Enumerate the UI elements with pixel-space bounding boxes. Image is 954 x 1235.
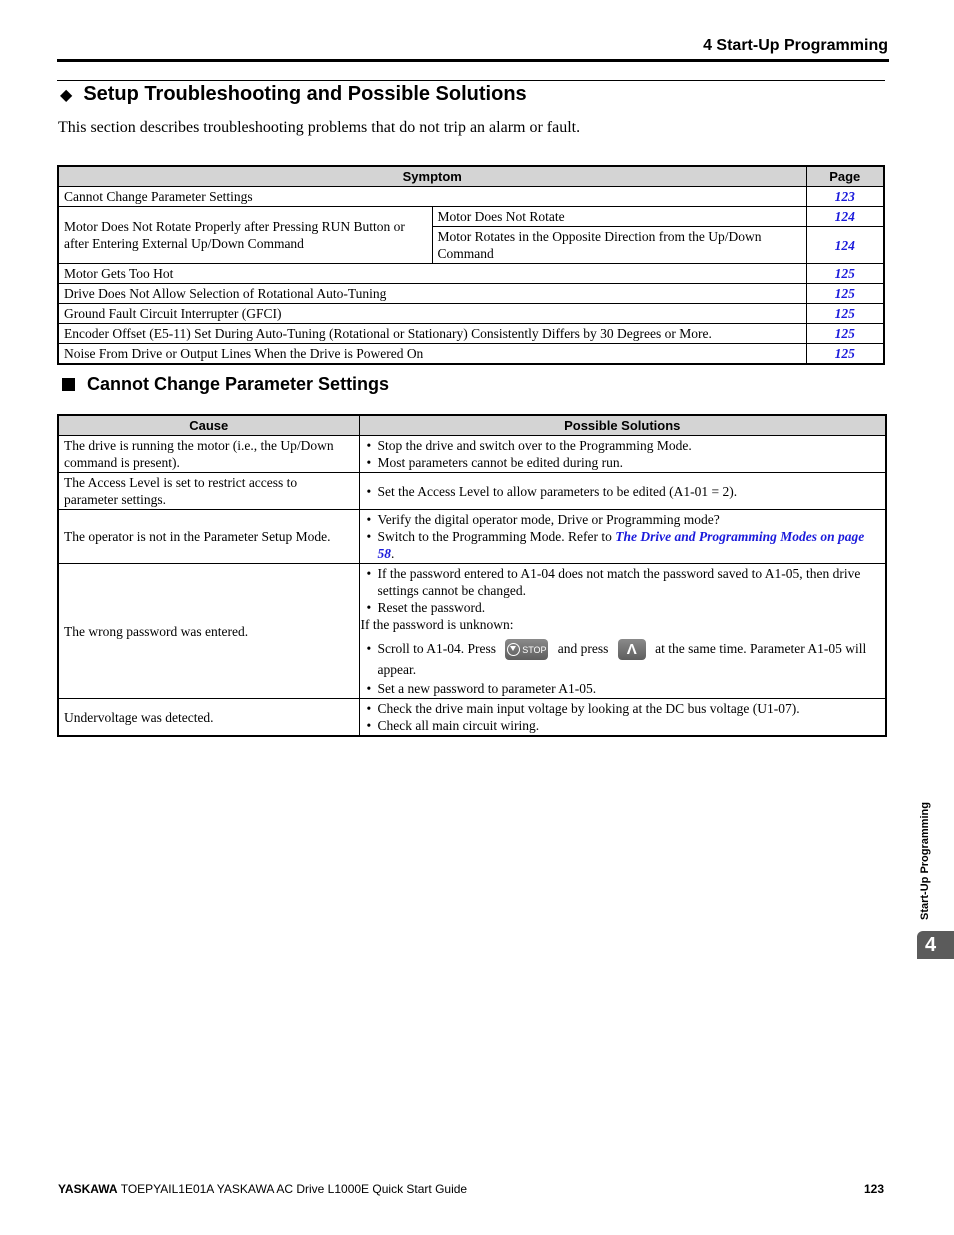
symptom-cell: Cannot Change Parameter Settings [57,186,807,207]
section-rule [57,80,885,81]
page-link[interactable]: 123 [805,186,885,207]
section-intro: This section describes troubleshooting p… [58,119,581,136]
page-link[interactable]: 125 [805,303,885,324]
solution-item: Set a new password to parameter A1-05. [365,680,881,697]
solution-text: Switch to the Programming Mode. Refer to [377,529,616,544]
running-head: 4 Start-Up Programming [703,37,888,54]
solutions-cell: Verify the digital operator mode, Drive … [358,509,887,564]
symptom-cell: Motor Gets Too Hot [57,263,807,284]
solutions-cell: Set the Access Level to allow parameters… [358,472,887,510]
table-row: The drive is running the motor (i.e., th… [57,435,887,473]
cause-table: Cause Possible Solutions The drive is ru… [57,414,887,738]
table-header-row: Cause Possible Solutions [57,414,887,436]
symptom-cell: Encoder Offset (E5-11) Set During Auto-T… [57,323,807,344]
solution-item: Reset the password. [365,599,881,616]
solution-text: . [391,546,395,561]
symptom-group-cell: Motor Does Not Rotate Properly after Pre… [57,206,433,264]
symptom-cell: Noise From Drive or Output Lines When th… [57,343,807,365]
page-number: 123 [863,1182,884,1196]
symptom-cell: Motor Rotates in the Opposite Direction … [431,226,807,264]
page-link[interactable]: 125 [805,323,885,344]
solution-item: If the password entered to A1-04 does no… [365,565,881,599]
solution-item: Check the drive main input voltage by lo… [365,700,881,717]
subsection-title: Cannot Change Parameter Settings [62,374,389,395]
stop-key-label: STOP [522,644,547,655]
table-row: Noise From Drive or Output Lines When th… [57,343,885,365]
solution-text: and press [557,641,609,656]
table-row: Cannot Change Parameter Settings 123 [57,186,885,207]
header-rule [57,59,889,62]
subsection-title-text: Cannot Change Parameter Settings [87,374,390,394]
solution-item: Switch to the Programming Mode. Refer to… [365,528,881,562]
table-row: The wrong password was entered. If the p… [57,562,887,700]
table-row: Motor Does Not Rotate Properly after Pre… [57,206,885,264]
table-row: The operator is not in the Parameter Set… [57,509,887,564]
symptom-cell: Ground Fault Circuit Interrupter (GFCI) [57,303,807,324]
cause-cell: The operator is not in the Parameter Set… [57,509,360,564]
solution-text: Scroll to A1-04. Press [377,641,497,656]
table-row: Ground Fault Circuit Interrupter (GFCI) … [57,303,885,324]
symptom-cell: Motor Does Not Rotate [431,206,807,227]
table-row: Motor Gets Too Hot 125 [57,263,885,284]
solutions-cell: Check the drive main input voltage by lo… [358,698,887,737]
symptom-table: Symptom Page Cannot Change Parameter Set… [57,165,886,365]
square-bullet-icon [62,378,75,391]
section-title-text: Setup Troubleshooting and Possible Solut… [83,83,527,105]
page-link[interactable]: 125 [805,263,885,284]
header-cause: Cause [57,414,360,436]
cause-cell: The Access Level is set to restrict acce… [57,472,360,510]
header-symptom: Symptom [57,165,807,187]
cause-cell: The wrong password was entered. [57,562,360,700]
chapter-tab: 4 [917,931,954,959]
stop-key-icon: STOP [505,639,549,661]
header-solutions: Possible Solutions [358,414,887,436]
page-link[interactable]: 125 [805,343,885,365]
section-title: ◆ Setup Troubleshooting and Possible Sol… [60,83,527,106]
page-link[interactable]: 124 [805,226,885,264]
header-page: Page [805,165,885,187]
cause-cell: Undervoltage was detected. [57,698,360,737]
footer-brand: YASKAWA [58,1182,118,1196]
solution-item: Scroll to A1-04. Press STOP and press Λ … [365,633,881,680]
solutions-cell: Stop the drive and switch over to the Pr… [358,435,887,473]
diamond-bullet-icon: ◆ [60,86,73,104]
solution-item: Verify the digital operator mode, Drive … [365,511,881,528]
solution-item: Check all main circuit wiring. [365,717,881,734]
solutions-cell: If the password entered to A1-04 does no… [358,562,887,700]
table-row: Drive Does Not Allow Selection of Rotati… [57,283,885,304]
table-row: Undervoltage was detected. Check the dri… [57,698,887,737]
table-row: The Access Level is set to restrict acce… [57,472,887,510]
page-link[interactable]: 124 [805,206,885,227]
table-header-row: Symptom Page [57,165,885,187]
side-tab-label: Start-Up Programming [919,802,931,920]
solution-note: If the password is unknown: [360,617,514,632]
page-link[interactable]: 125 [805,283,885,304]
solution-item: Stop the drive and switch over to the Pr… [365,437,881,454]
footer-doc-title: TOEPYAIL1E01A YASKAWA AC Drive L1000E Qu… [120,1182,468,1196]
solution-item: Set the Access Level to allow parameters… [365,483,881,500]
symptom-cell: Drive Does Not Allow Selection of Rotati… [57,283,807,304]
footer: YASKAWA TOEPYAIL1E01A YASKAWA AC Drive L… [58,1182,467,1196]
cause-cell: The drive is running the motor (i.e., th… [57,435,360,473]
up-arrow-key-icon: Λ [617,639,646,661]
solution-item: Most parameters cannot be edited during … [365,454,881,471]
table-row: Encoder Offset (E5-11) Set During Auto-T… [57,323,885,344]
